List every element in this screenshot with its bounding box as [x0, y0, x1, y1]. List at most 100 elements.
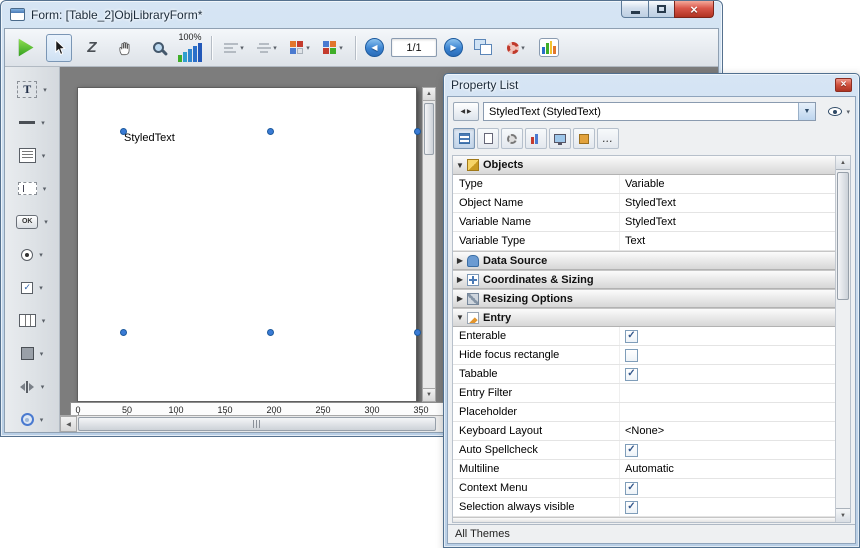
zoom-bars-icon[interactable]	[178, 43, 202, 62]
selection-handle[interactable]	[414, 329, 421, 336]
property-row[interactable]: Keyboard Layout <None>	[453, 422, 835, 441]
property-row[interactable]: Placeholder	[453, 403, 835, 422]
tab-display[interactable]	[549, 128, 571, 149]
property-row[interactable]: Hide focus rectangle	[453, 346, 835, 365]
section-header-objects[interactable]: ▼ Objects	[453, 156, 835, 175]
maximize-button[interactable]	[648, 1, 675, 18]
tab-events[interactable]	[525, 128, 547, 149]
close-button[interactable]: ×	[674, 1, 714, 18]
tab-objects[interactable]	[573, 128, 595, 149]
checkbox[interactable]: ✓	[625, 330, 638, 343]
scroll-left-arrow[interactable]: ◀	[60, 416, 77, 432]
property-value[interactable]: StyledText	[620, 197, 835, 209]
splitter-tool[interactable]	[5, 370, 59, 403]
property-value[interactable]: Automatic	[620, 463, 835, 475]
scroll-down-arrow[interactable]: ▼	[836, 508, 850, 522]
property-row[interactable]: Auto Spellcheck ✓	[453, 441, 835, 460]
property-row[interactable]: Selection always visible ✓	[453, 498, 835, 517]
property-value[interactable]: <None>	[620, 425, 835, 437]
property-value[interactable]: StyledText	[620, 216, 835, 228]
checkbox[interactable]: ✓	[625, 368, 638, 381]
pointer-tool-button[interactable]	[46, 34, 72, 62]
run-form-button[interactable]	[13, 34, 39, 62]
chevron-down-icon[interactable]	[43, 185, 47, 193]
scrollbar-thumb[interactable]	[837, 172, 849, 300]
chevron-down-icon[interactable]	[39, 251, 43, 259]
zoom-tool-button[interactable]	[145, 34, 171, 62]
tab-form[interactable]	[477, 128, 499, 149]
tab-more[interactable]	[597, 128, 619, 149]
chevron-down-icon[interactable]	[40, 416, 44, 424]
selection-handle[interactable]	[120, 128, 127, 135]
selection-handle[interactable]	[267, 128, 274, 135]
arrange-tools-button[interactable]	[320, 34, 346, 62]
collapse-arrow-icon[interactable]: ▶	[453, 275, 467, 284]
scroll-up-arrow[interactable]: ▲	[836, 156, 850, 170]
text-tool[interactable]: T	[5, 73, 59, 106]
object-selector-combobox[interactable]: StyledText (StyledText) ▼	[483, 102, 816, 121]
minimize-button[interactable]	[621, 1, 649, 18]
list-box-tool[interactable]	[5, 139, 59, 172]
property-grid-scrollbar[interactable]: ▲ ▼	[835, 156, 850, 522]
radio-button-tool[interactable]	[5, 238, 59, 271]
canvas-vertical-scrollbar[interactable]: ▲ ▼	[422, 87, 436, 402]
section-header-coordinates[interactable]: ▶ Coordinates & Sizing	[453, 270, 835, 289]
property-list-close-button[interactable]: ×	[835, 78, 852, 92]
titlebar[interactable]: Form: [Table_2]ObjLibraryForm* ×	[1, 1, 722, 28]
scrollbar-thumb[interactable]	[424, 103, 434, 155]
chevron-down-icon[interactable]: ▼	[798, 103, 815, 120]
selection-handle[interactable]	[267, 329, 274, 336]
line-tool[interactable]	[5, 106, 59, 139]
align-tools-button[interactable]	[221, 34, 247, 62]
entry-order-tool-button[interactable]: Z	[79, 34, 105, 62]
previous-page-button[interactable]: ◀	[365, 38, 384, 57]
selection-handle[interactable]	[120, 329, 127, 336]
object-library-button[interactable]	[536, 34, 562, 62]
property-list-titlebar[interactable]: Property List ×	[444, 74, 859, 96]
tab-all-properties[interactable]	[453, 128, 475, 149]
object-prev-next-buttons[interactable]: ◀ ▶	[453, 102, 479, 121]
property-row[interactable]: Variable Name StyledText	[453, 213, 835, 232]
chevron-down-icon[interactable]	[42, 317, 46, 325]
collapse-arrow-icon[interactable]: ▼	[453, 161, 467, 170]
checkbox[interactable]: ✓	[625, 482, 638, 495]
plugin-area-tool[interactable]	[5, 403, 59, 436]
chevron-down-icon[interactable]	[41, 119, 45, 127]
scroll-down-arrow[interactable]: ▼	[423, 388, 435, 401]
property-row[interactable]: Multiline Automatic	[453, 460, 835, 479]
chevron-down-icon[interactable]	[44, 218, 48, 226]
columns-tool[interactable]	[5, 304, 59, 337]
property-row[interactable]: Object Name StyledText	[453, 194, 835, 213]
rectangle-tool[interactable]	[5, 337, 59, 370]
group-tools-button[interactable]	[287, 34, 313, 62]
section-header-resizing[interactable]: ▶ Resizing Options	[453, 289, 835, 308]
property-row[interactable]: Type Variable	[453, 175, 835, 194]
collapse-arrow-icon[interactable]: ▼	[453, 313, 467, 322]
chevron-down-icon[interactable]	[42, 152, 46, 160]
styled-text-object[interactable]: StyledText	[123, 131, 418, 333]
chevron-down-icon[interactable]	[39, 284, 43, 292]
collapse-arrow-icon[interactable]: ▶	[453, 256, 467, 265]
input-field-tool[interactable]	[5, 172, 59, 205]
chevron-down-icon[interactable]	[41, 383, 45, 391]
section-header-data-source[interactable]: ▶ Data Source	[453, 251, 835, 270]
selection-handle[interactable]	[414, 128, 421, 135]
scroll-up-arrow[interactable]: ▲	[423, 88, 435, 101]
checkbox[interactable]	[625, 349, 638, 362]
collapse-arrow-icon[interactable]: ▶	[453, 294, 467, 303]
checkbox[interactable]: ✓	[625, 501, 638, 514]
chevron-down-icon[interactable]	[43, 86, 47, 94]
zoom-level-control[interactable]: 100%	[178, 32, 202, 64]
checkbox-tool[interactable]	[5, 271, 59, 304]
property-value[interactable]: Text	[620, 235, 835, 247]
distribute-tools-button[interactable]	[254, 34, 280, 62]
display-windows-button[interactable]	[470, 34, 496, 62]
property-row[interactable]: Tabable ✓	[453, 365, 835, 384]
property-row[interactable]: Variable Type Text	[453, 232, 835, 251]
checkbox[interactable]: ✓	[625, 444, 638, 457]
hand-tool-button[interactable]	[112, 34, 138, 62]
scrollbar-thumb[interactable]	[78, 417, 436, 431]
tab-settings[interactable]	[501, 128, 523, 149]
settings-gear-button[interactable]	[503, 34, 529, 62]
section-header-entry[interactable]: ▼ Entry	[453, 308, 835, 327]
